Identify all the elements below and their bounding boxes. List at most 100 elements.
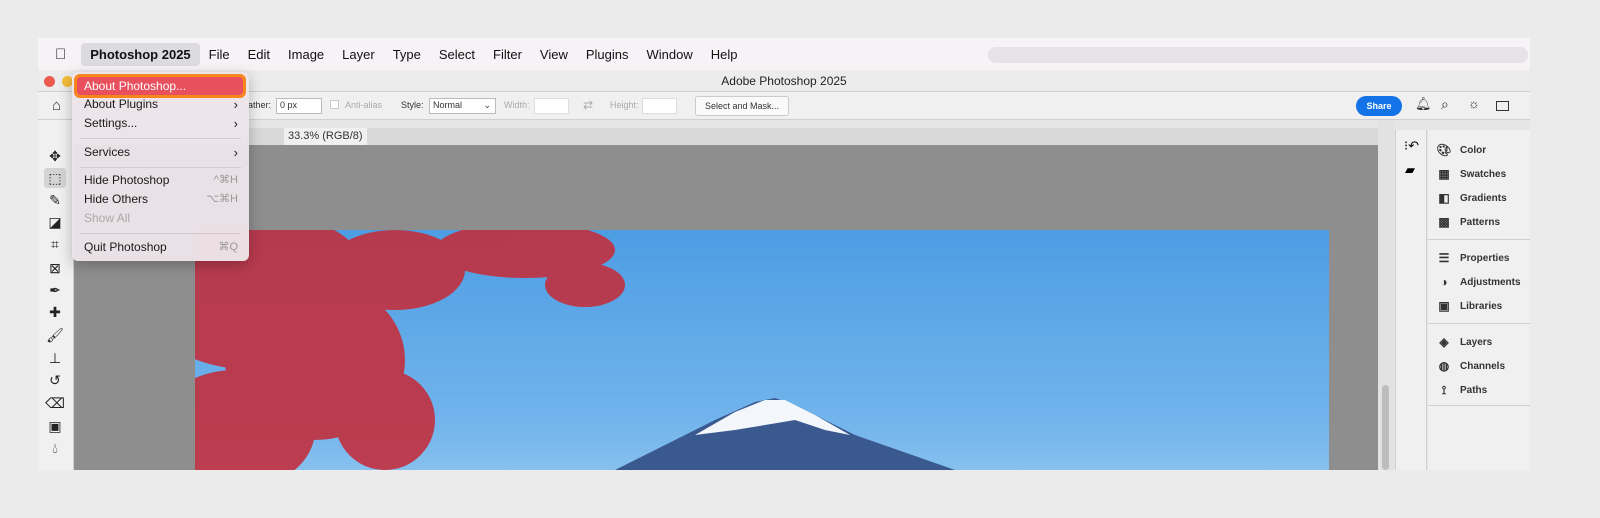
- menu-layer[interactable]: Layer: [333, 43, 384, 66]
- paths-icon: ⟟: [1441, 382, 1447, 397]
- menu-image[interactable]: Image: [279, 43, 333, 66]
- panel-color[interactable]: 🎨︎ Color: [1436, 139, 1486, 161]
- history-icon[interactable]: ⁝↶: [1404, 138, 1419, 154]
- photoshop-window:  Photoshop 2025 File Edit Image Layer T…: [38, 38, 1530, 470]
- panel-patterns[interactable]: ▩ Patterns: [1436, 211, 1500, 233]
- select-and-mask-button[interactable]: Select and Mask...: [695, 96, 789, 116]
- panel-channels[interactable]: ◍ Channels: [1436, 355, 1505, 377]
- style-label: Style:: [401, 100, 424, 110]
- comments-icon[interactable]: ▰: [1405, 162, 1415, 178]
- height-label: Height:: [610, 100, 639, 110]
- document-image: [195, 230, 1329, 470]
- shortcut: ⌘Q: [218, 241, 238, 253]
- frame-tool-icon[interactable]: ⊠: [44, 258, 66, 278]
- chevron-right-icon: ›: [233, 97, 238, 112]
- menu-separator: [80, 167, 241, 168]
- menu-item-about-plugins[interactable]: About Plugins ›: [72, 95, 249, 114]
- crop-tool-icon[interactable]: ⌗: [44, 234, 66, 254]
- panel-swatches[interactable]: ▦ Swatches: [1436, 163, 1506, 185]
- brush-tool-icon[interactable]: 🖌︎: [44, 325, 66, 345]
- panel-paths[interactable]: ⟟ Paths: [1436, 379, 1487, 401]
- menu-item-hide-photoshop[interactable]: Hide Photoshop ^⌘H: [72, 171, 249, 190]
- panel-adjustments[interactable]: ◑ Adjustments: [1436, 271, 1520, 293]
- status-icons-blurred: [988, 47, 1528, 63]
- marquee-tool-icon[interactable]: ⬚: [44, 168, 66, 188]
- menu-plugins[interactable]: Plugins: [577, 43, 638, 66]
- lightbulb-icon[interactable]: ☼: [1468, 96, 1480, 111]
- quick-selection-tool-icon[interactable]: ✎: [44, 190, 66, 210]
- share-button[interactable]: Share: [1356, 96, 1402, 116]
- libraries-icon: ▣: [1438, 299, 1450, 313]
- healing-brush-icon[interactable]: ✚: [44, 302, 66, 322]
- gradients-icon: ◧: [1438, 191, 1450, 205]
- workspace-icon[interactable]: [1496, 101, 1509, 111]
- style-select[interactable]: Normal ⌄: [429, 98, 496, 114]
- menu-separator: [80, 138, 241, 139]
- apple-icon[interactable]: : [46, 42, 75, 67]
- panel-layers[interactable]: ◈ Layers: [1436, 331, 1492, 353]
- move-tool-icon[interactable]: ✥: [44, 146, 66, 166]
- vertical-scrollbar[interactable]: [1378, 120, 1394, 470]
- panel-gradients[interactable]: ◧ Gradients: [1436, 187, 1507, 209]
- panel-properties[interactable]: ☰ Properties: [1436, 247, 1510, 269]
- eyedropper-tool-icon[interactable]: ✒: [44, 280, 66, 300]
- chevron-down-icon: ⌄: [483, 100, 491, 110]
- feather-input[interactable]: 0 px: [276, 98, 322, 114]
- menu-edit[interactable]: Edit: [239, 43, 279, 66]
- search-icon[interactable]: ⌕: [1441, 96, 1449, 113]
- bell-icon[interactable]: 🔔︎: [1415, 96, 1432, 112]
- menu-item-services[interactable]: Services ›: [72, 143, 249, 162]
- panel-libraries[interactable]: ▣ Libraries: [1436, 295, 1502, 317]
- panel-label: Gradients: [1460, 192, 1507, 204]
- scroll-thumb[interactable]: [1382, 385, 1389, 470]
- object-selection-tool-icon[interactable]: ◪: [44, 212, 66, 232]
- close-button[interactable]: [44, 76, 55, 87]
- adjustments-icon: ◑: [1440, 275, 1448, 289]
- menu-item-settings[interactable]: Settings... ›: [72, 114, 249, 133]
- fuji-photo: [195, 230, 955, 470]
- menu-filter[interactable]: Filter: [484, 43, 531, 66]
- document-tabs: 33.3% (RGB/8): [74, 128, 1394, 145]
- menu-item-about-photoshop[interactable]: About Photoshop...: [74, 74, 246, 98]
- panel-label: Channels: [1460, 360, 1506, 372]
- menu-item-label: Services: [84, 145, 131, 159]
- document-tab[interactable]: 33.3% (RGB/8): [284, 128, 367, 145]
- menu-file[interactable]: File: [200, 43, 239, 66]
- menu-window[interactable]: Window: [638, 43, 702, 66]
- swap-icon[interactable]: ⇄: [583, 98, 593, 112]
- menu-separator: [80, 233, 241, 234]
- gradient-tool-icon[interactable]: ▣: [44, 416, 66, 436]
- home-icon[interactable]: ⌂: [52, 97, 61, 114]
- tools-panel: ✥ ⬚ ✎ ◪ ⌗ ⊠ ✒ ✚ 🖌︎ ⊥ ↺ ⌫ ▣ 💧︎: [38, 120, 74, 470]
- shortcut: ⌥⌘H: [206, 193, 238, 205]
- menu-select[interactable]: Select: [430, 43, 484, 66]
- panel-label: Swatches: [1460, 168, 1507, 180]
- menu-help[interactable]: Help: [702, 43, 747, 66]
- canvas-area[interactable]: [74, 145, 1394, 470]
- menu-photoshop[interactable]: Photoshop 2025: [81, 42, 200, 66]
- panel-label: Properties: [1460, 252, 1510, 264]
- antialias-checkbox[interactable]: [330, 100, 339, 109]
- panel-label: Patterns: [1460, 216, 1501, 228]
- options-bar: ⌂ ather: 0 px Anti-alias Style: Normal ⌄ …: [38, 92, 1530, 120]
- height-input[interactable]: [642, 98, 677, 114]
- menu-type[interactable]: Type: [384, 43, 430, 66]
- stamp-tool-icon[interactable]: ⊥: [44, 348, 66, 368]
- blur-tool-icon[interactable]: 💧︎: [44, 438, 66, 458]
- width-label: Width:: [504, 100, 530, 110]
- collapsed-panel-strip: ⁝↶ ▰: [1395, 130, 1427, 470]
- menu-item-label: About Plugins: [84, 97, 159, 111]
- menu-item-label: Settings...: [84, 116, 138, 130]
- panel-dock: 🎨︎ Color ▦ Swatches ◧ Gradients ▩ Patterns ☰…: [1428, 130, 1530, 470]
- window-title: Adobe Photoshop 2025: [721, 74, 847, 88]
- shortcut: ^⌘H: [213, 174, 238, 186]
- eraser-tool-icon[interactable]: ⌫: [44, 393, 66, 413]
- style-value: Normal: [433, 100, 463, 110]
- chevron-right-icon: ›: [233, 116, 238, 131]
- menu-view[interactable]: View: [531, 43, 577, 66]
- title-bar: Adobe Photoshop 2025: [38, 70, 1530, 92]
- menu-item-quit[interactable]: Quit Photoshop ⌘Q: [72, 238, 249, 257]
- menu-item-hide-others[interactable]: Hide Others ⌥⌘H: [72, 190, 249, 209]
- width-input[interactable]: [534, 98, 569, 114]
- history-brush-icon[interactable]: ↺: [44, 370, 66, 390]
